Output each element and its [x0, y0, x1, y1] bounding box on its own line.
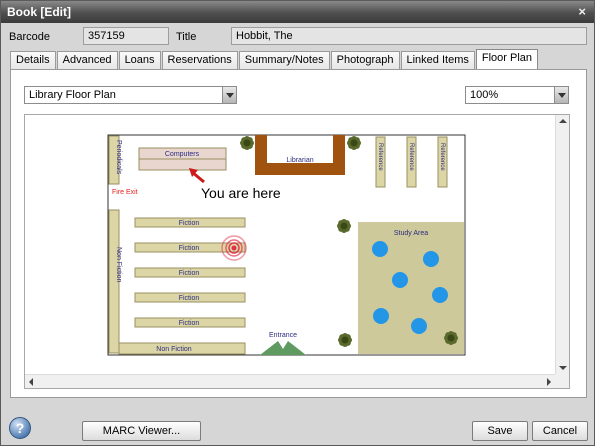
tab-photograph[interactable]: Photograph: [330, 51, 400, 69]
fiction-label: Fiction: [179, 295, 200, 302]
book-edit-window: Book [Edit] × Barcode 357159 Title Hobbi…: [0, 0, 595, 446]
title-bar[interactable]: Book [Edit] ×: [1, 1, 594, 23]
tab-reservations[interactable]: Reservations: [161, 51, 238, 69]
reference-label: Reference: [377, 143, 383, 171]
study-table: [432, 287, 448, 303]
barcode-field[interactable]: 357159: [83, 27, 169, 45]
marc-viewer-button[interactable]: MARC Viewer...: [82, 421, 201, 441]
scroll-down-icon[interactable]: [559, 366, 567, 370]
floor-plan-select[interactable]: Library Floor Plan: [24, 86, 237, 104]
tab-strip: Details Advanced Loans Reservations Summary/…: [10, 49, 539, 69]
plant-icon: [341, 336, 349, 344]
computers-label: Computers: [165, 151, 200, 158]
window-title: Book [Edit]: [7, 5, 71, 19]
barcode-label: Barcode: [9, 31, 50, 43]
reference-label: Reference: [408, 143, 414, 171]
tab-linked-items[interactable]: Linked Items: [400, 51, 475, 69]
zoom-select-value: 100%: [470, 89, 499, 101]
fire-exit-label: Fire Exit: [112, 189, 138, 196]
tab-details[interactable]: Details: [10, 51, 56, 69]
study-table: [392, 272, 408, 288]
study-area-label: Study Area: [394, 230, 428, 237]
floor-plan-select-value: Library Floor Plan: [29, 89, 116, 101]
non-fiction-vertical-label: Non Fiction: [115, 247, 122, 283]
chevron-down-icon[interactable]: [222, 87, 236, 103]
chevron-down-icon[interactable]: [554, 87, 568, 103]
scroll-up-icon[interactable]: [559, 119, 567, 123]
study-table: [423, 251, 439, 267]
zoom-select[interactable]: 100%: [465, 86, 569, 104]
close-icon[interactable]: ×: [578, 4, 586, 19]
tab-summary-notes[interactable]: Summary/Notes: [238, 51, 330, 69]
librarian-label: Librarian: [286, 157, 313, 164]
scroll-left-icon[interactable]: [29, 378, 33, 386]
floor-plan-panel: Library Floor Plan 100% Periodicals Non F…: [10, 69, 587, 398]
title-field[interactable]: Hobbit, The: [231, 27, 587, 45]
help-icon[interactable]: ?: [9, 417, 31, 439]
floor-plan-map[interactable]: Periodicals Non Fiction Fire Exit Computers…: [25, 115, 555, 374]
periodicals-label: Periodicals: [115, 140, 122, 175]
title-label: Title: [176, 31, 197, 43]
scroll-right-icon[interactable]: [547, 378, 551, 386]
plant-icon: [340, 222, 348, 230]
tab-loans[interactable]: Loans: [118, 51, 161, 69]
tab-advanced[interactable]: Advanced: [56, 51, 118, 69]
you-are-here-label: You are here: [201, 185, 281, 201]
cancel-button[interactable]: Cancel: [532, 421, 588, 441]
location-marker-dot: [231, 245, 237, 251]
fiction-label: Fiction: [179, 245, 200, 252]
plant-icon: [350, 139, 358, 147]
fiction-label: Fiction: [179, 220, 200, 227]
entrance-label: Entrance: [269, 332, 297, 339]
study-table: [373, 308, 389, 324]
non-fiction-bottom-label: Non Fiction: [156, 346, 192, 353]
horizontal-scrollbar[interactable]: [25, 374, 555, 388]
study-table: [411, 318, 427, 334]
fiction-label: Fiction: [179, 320, 200, 327]
plant-icon: [447, 334, 455, 342]
fiction-label: Fiction: [179, 270, 200, 277]
vertical-scrollbar[interactable]: [555, 115, 569, 374]
study-table: [372, 241, 388, 257]
save-button[interactable]: Save: [472, 421, 528, 441]
scroll-corner: [555, 374, 569, 388]
floor-plan-viewport[interactable]: Periodicals Non Fiction Fire Exit Computers…: [24, 114, 570, 389]
reference-label: Reference: [439, 143, 445, 171]
tab-floor-plan[interactable]: Floor Plan: [475, 49, 539, 69]
plant-icon: [243, 139, 251, 147]
computers-desk-2: [138, 158, 227, 171]
